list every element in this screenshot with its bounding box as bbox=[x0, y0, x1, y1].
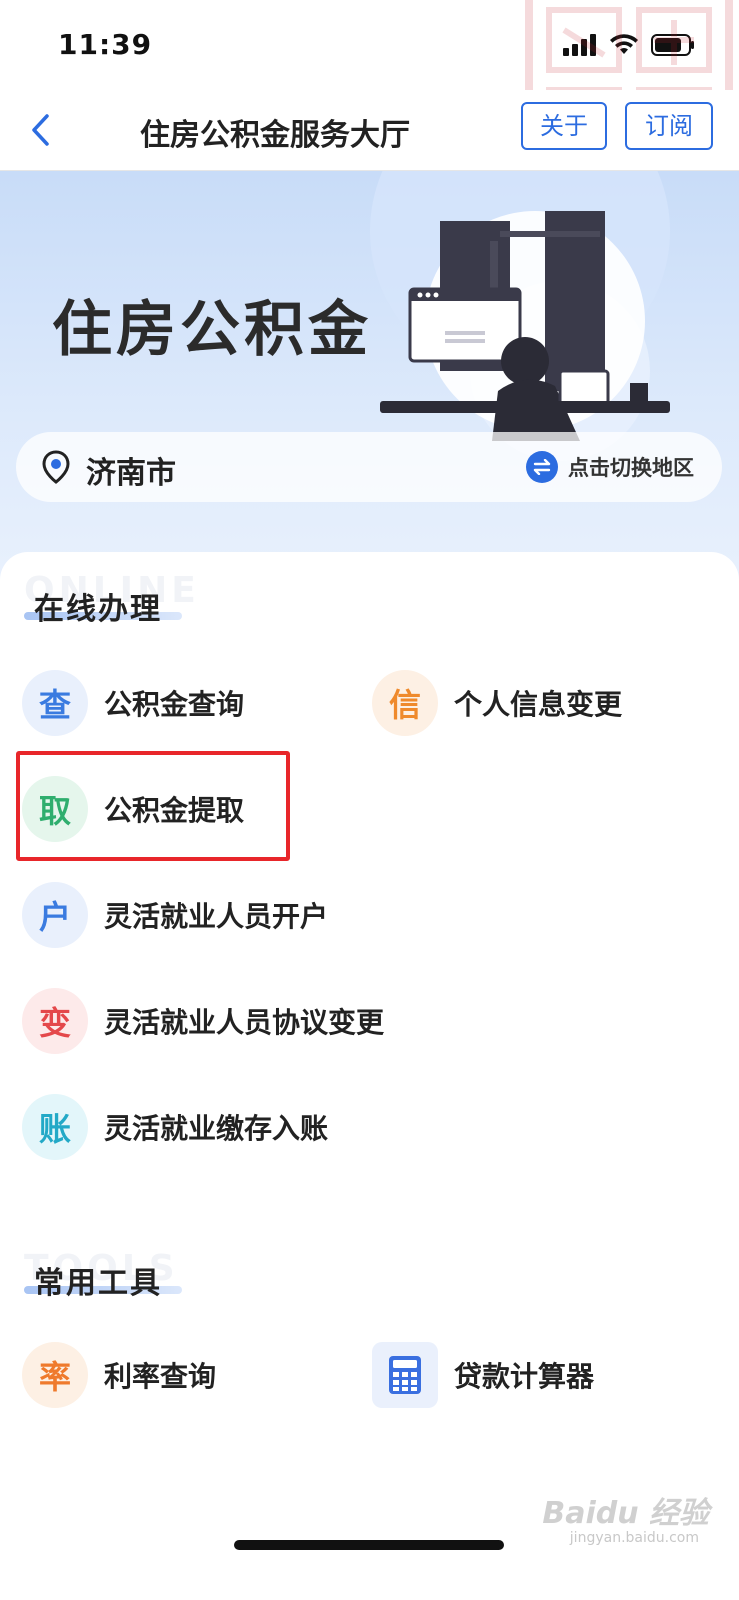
service-fund-query[interactable]: 查 公积金查询 bbox=[22, 670, 244, 736]
tool-label: 利率查询 bbox=[104, 1360, 217, 1393]
baidu-watermark: Baidu 经验 bbox=[542, 1496, 709, 1531]
subscribe-button[interactable]: 订阅 bbox=[625, 102, 713, 150]
swap-icon bbox=[526, 451, 558, 483]
tool-label: 贷款计算器 bbox=[454, 1360, 595, 1393]
info-icon: 信 bbox=[372, 670, 438, 736]
account-open-icon: 户 bbox=[22, 882, 88, 948]
baidu-watermark-url: jingyan.baidu.com bbox=[569, 1530, 699, 1546]
banner-title: 住房公积金 bbox=[52, 295, 372, 365]
home-indicator bbox=[234, 1540, 504, 1550]
service-flexible-account-open[interactable]: 户 灵活就业人员开户 bbox=[22, 882, 328, 948]
office-worker-illustration bbox=[380, 211, 670, 441]
change-icon: 变 bbox=[22, 988, 88, 1054]
service-label: 个人信息变更 bbox=[454, 688, 623, 721]
switch-region-button[interactable]: 点击切换地区 bbox=[526, 451, 694, 483]
rate-icon: 率 bbox=[22, 1342, 88, 1408]
status-icons bbox=[563, 34, 695, 56]
tools-section-title: 常用工具 bbox=[34, 1266, 162, 1301]
nav-bar: 住房公积金服务大厅 关于 订阅 bbox=[0, 90, 739, 171]
online-section-title: 在线办理 bbox=[34, 592, 162, 627]
query-icon: 查 bbox=[22, 670, 88, 736]
switch-region-label: 点击切换地区 bbox=[568, 456, 694, 480]
page-title: 住房公积金服务大厅 bbox=[140, 118, 410, 153]
service-label: 灵活就业人员开户 bbox=[104, 900, 329, 933]
location-bar: 济南市 点击切换地区 bbox=[16, 432, 722, 502]
service-flexible-agreement-change[interactable]: 变 灵活就业人员协议变更 bbox=[22, 988, 384, 1054]
battery-icon bbox=[651, 34, 694, 56]
calculator-icon bbox=[372, 1342, 438, 1408]
current-city: 济南市 bbox=[86, 456, 176, 491]
about-button[interactable]: 关于 bbox=[521, 102, 607, 150]
chevron-left-icon bbox=[32, 114, 49, 146]
service-label: 灵活就业缴存入账 bbox=[104, 1112, 329, 1145]
tool-interest-rate-query[interactable]: 率 利率查询 bbox=[22, 1342, 216, 1408]
location-pin-icon bbox=[42, 450, 70, 484]
status-bar: 11:39 bbox=[0, 0, 739, 90]
status-time: 11:39 bbox=[58, 28, 153, 61]
service-label: 公积金查询 bbox=[104, 688, 245, 721]
ledger-icon: 账 bbox=[22, 1094, 88, 1160]
highlight-annotation-box bbox=[16, 751, 290, 861]
service-label: 灵活就业人员协议变更 bbox=[104, 1006, 385, 1039]
service-personal-info-change[interactable]: 信 个人信息变更 bbox=[372, 670, 622, 736]
back-button[interactable] bbox=[20, 108, 60, 152]
tool-loan-calculator[interactable]: 贷款计算器 bbox=[372, 1342, 594, 1408]
wifi-icon bbox=[610, 34, 638, 54]
hero-banner: 住房公积金 bbox=[0, 171, 739, 591]
cellular-signal-icon bbox=[563, 34, 596, 56]
service-flexible-deposit-posting[interactable]: 账 灵活就业缴存入账 bbox=[22, 1094, 328, 1160]
